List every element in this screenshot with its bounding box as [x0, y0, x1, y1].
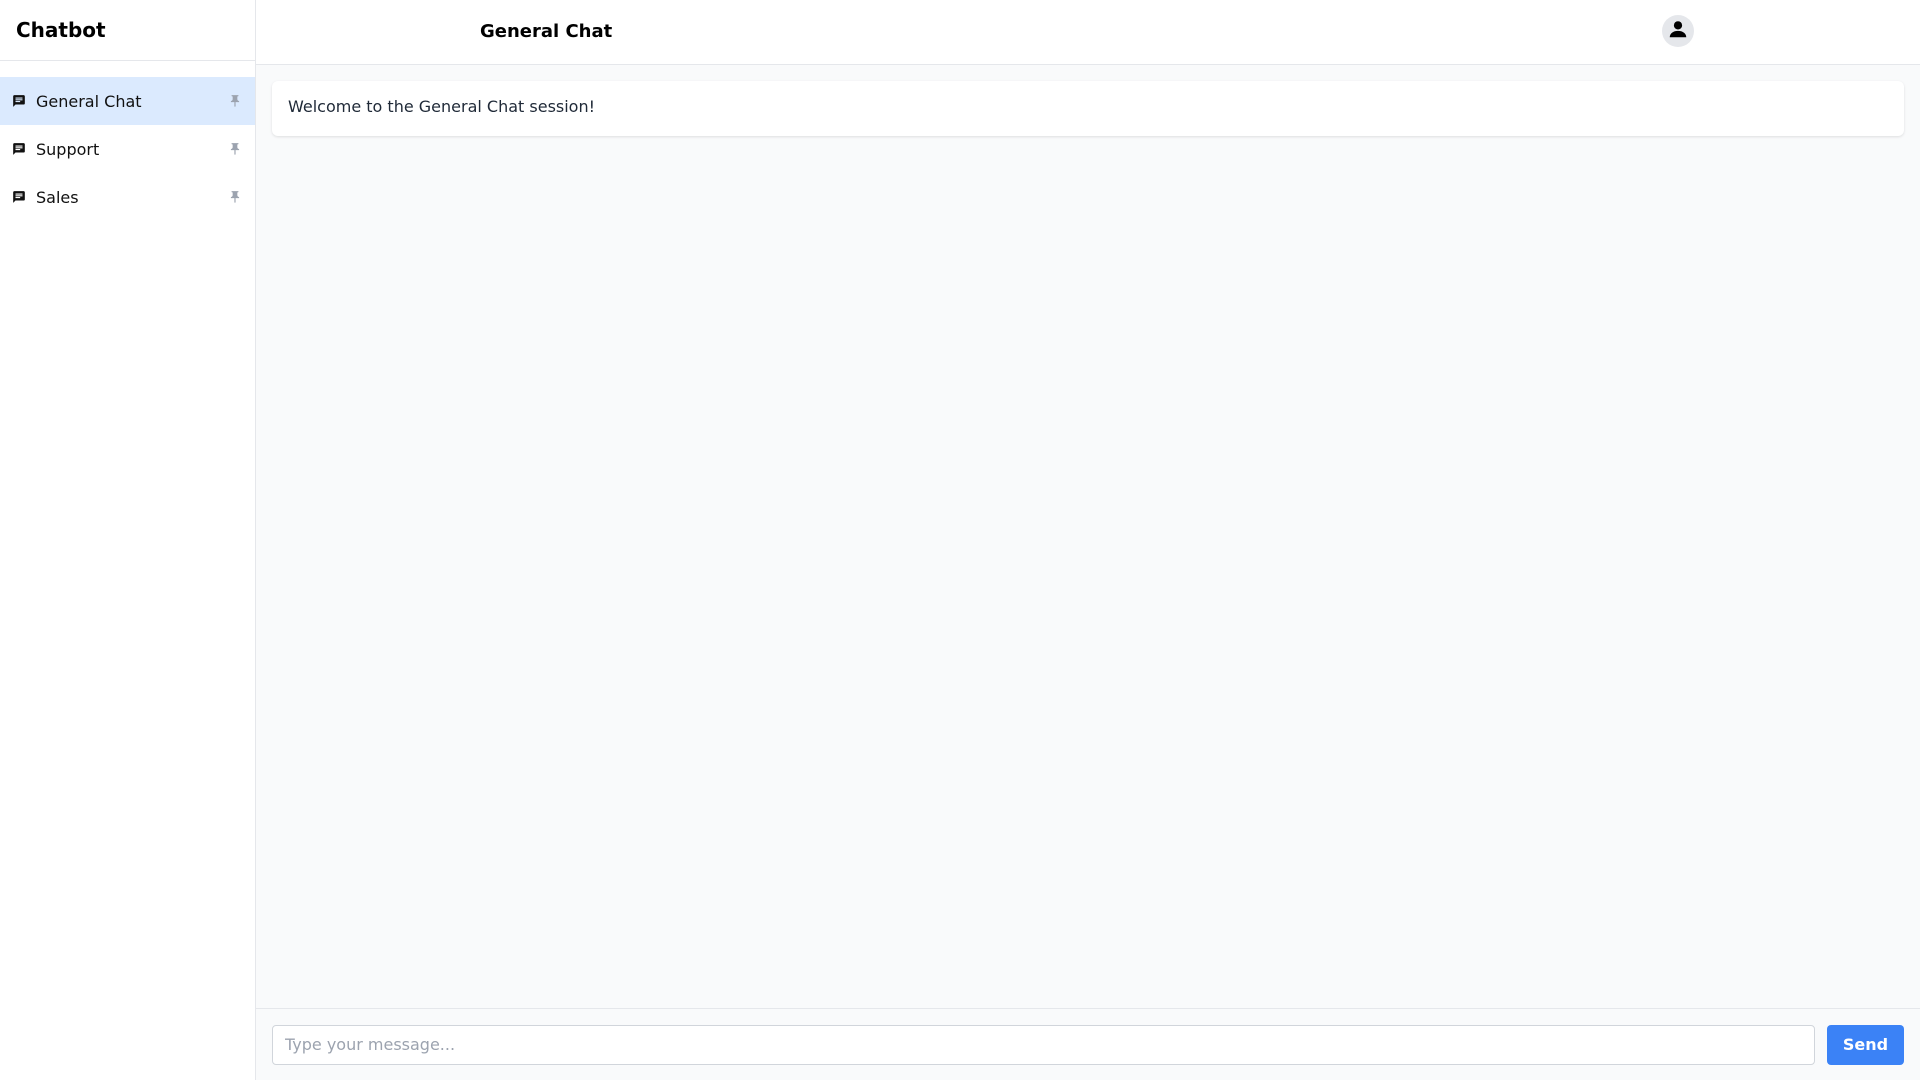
sidebar-header: Chatbot — [0, 0, 255, 61]
session-label: Sales — [36, 187, 79, 207]
pin-icon[interactable] — [227, 141, 243, 157]
pin-icon[interactable] — [227, 189, 243, 205]
chat-bubble-icon — [12, 93, 28, 109]
top-bar: General Chat — [256, 0, 1920, 65]
chat-bubble-icon — [12, 141, 28, 157]
session-item-sales[interactable]: Sales — [0, 173, 255, 221]
session-list: General Chat Support Sales — [0, 61, 255, 221]
pin-icon[interactable] — [227, 93, 243, 109]
session-item-support[interactable]: Support — [0, 125, 255, 173]
message-input[interactable] — [272, 1024, 1815, 1065]
user-icon — [1667, 18, 1689, 44]
message-bubble: Welcome to the General Chat session! — [272, 81, 1904, 136]
app-root: Chatbot General Chat Support Sales Gener… — [0, 0, 1920, 1080]
main-panel: General Chat Welcome to the General Chat… — [256, 0, 1920, 1080]
session-label: General Chat — [36, 91, 142, 111]
session-item-general-chat[interactable]: General Chat — [0, 77, 255, 125]
sidebar: Chatbot General Chat Support Sales — [0, 0, 256, 1080]
composer: Send — [256, 1008, 1920, 1080]
message-list: Welcome to the General Chat session! — [256, 65, 1920, 1008]
session-label: Support — [36, 139, 100, 159]
chat-bubble-icon — [12, 189, 28, 205]
app-title: Chatbot — [16, 18, 106, 42]
avatar[interactable] — [1662, 15, 1694, 47]
page-title: General Chat — [480, 21, 613, 42]
send-button[interactable]: Send — [1827, 1024, 1904, 1065]
